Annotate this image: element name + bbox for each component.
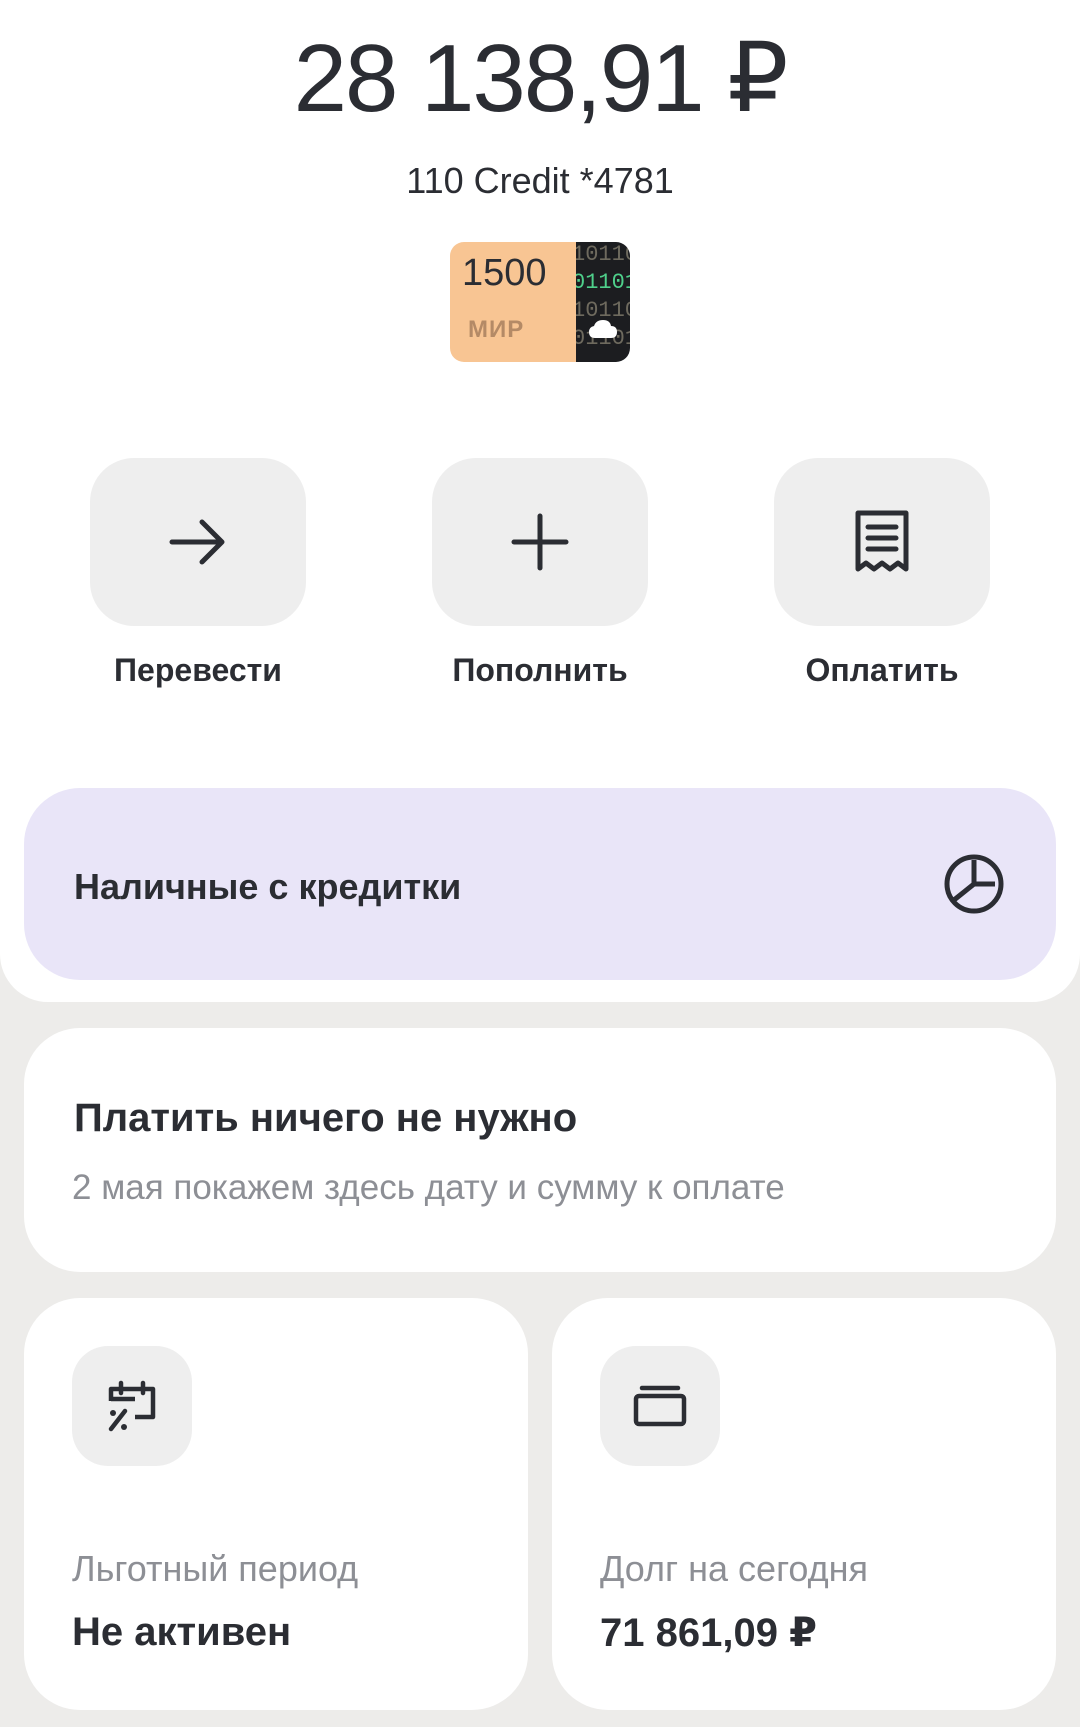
arrow-right-icon	[169, 519, 225, 565]
cash-from-credit-banner[interactable]: Наличные с кредитки	[24, 788, 1056, 980]
debt-today-label: Долг на сегодня	[600, 1548, 869, 1589]
card-pattern-line: 01101	[576, 270, 630, 295]
top-up-button[interactable]	[432, 458, 648, 626]
receipt-icon	[855, 510, 909, 572]
grace-period-card[interactable]: Льготный период Не активен	[24, 1298, 528, 1710]
plus-icon	[511, 513, 569, 571]
cash-banner-title: Наличные с кредитки	[74, 866, 462, 907]
pay-button[interactable]	[774, 458, 990, 626]
pay-label: Оплатить	[805, 652, 959, 688]
calendar-percent-icon	[108, 1380, 156, 1432]
debt-today-value: 71 861,09 ₽	[600, 1611, 817, 1655]
card-pattern-line: 10110	[576, 242, 630, 267]
card-thumbnail[interactable]: 1500 МИР 10110 01101 10110 01101	[450, 242, 630, 362]
account-header-panel: 28 138,91 ₽ 110 Credit *4781 1500 МИР 10…	[0, 0, 1080, 1002]
grace-period-label: Льготный период	[72, 1548, 359, 1589]
card-limit: 1500	[462, 252, 547, 294]
transfer-button[interactable]	[90, 458, 306, 626]
debt-icon-box	[600, 1346, 720, 1466]
wallet-icon	[633, 1385, 687, 1427]
pie-chart-icon	[944, 854, 1004, 914]
card-pattern: 10110 01101 10110 01101	[576, 242, 630, 362]
transfer-label: Перевести	[114, 652, 282, 688]
payment-info-subtitle: 2 мая покажем здесь дату и сумму к оплат…	[72, 1168, 785, 1207]
grace-period-icon-box	[72, 1346, 192, 1466]
grace-period-value: Не активен	[72, 1610, 292, 1654]
payment-info-card[interactable]: Платить ничего не нужно 2 мая покажем зд…	[24, 1028, 1056, 1272]
debt-today-card[interactable]: Долг на сегодня 71 861,09 ₽	[552, 1298, 1056, 1710]
payment-info-title: Платить ничего не нужно	[74, 1096, 578, 1140]
balance-amount: 28 138,91 ₽	[293, 25, 789, 132]
cloud-icon	[589, 320, 617, 338]
account-name: 110 Credit *4781	[406, 160, 674, 201]
card-brand-logo: МИР	[468, 316, 525, 343]
card-face: 1500 МИР	[450, 242, 576, 362]
top-up-label: Пополнить	[452, 652, 628, 688]
